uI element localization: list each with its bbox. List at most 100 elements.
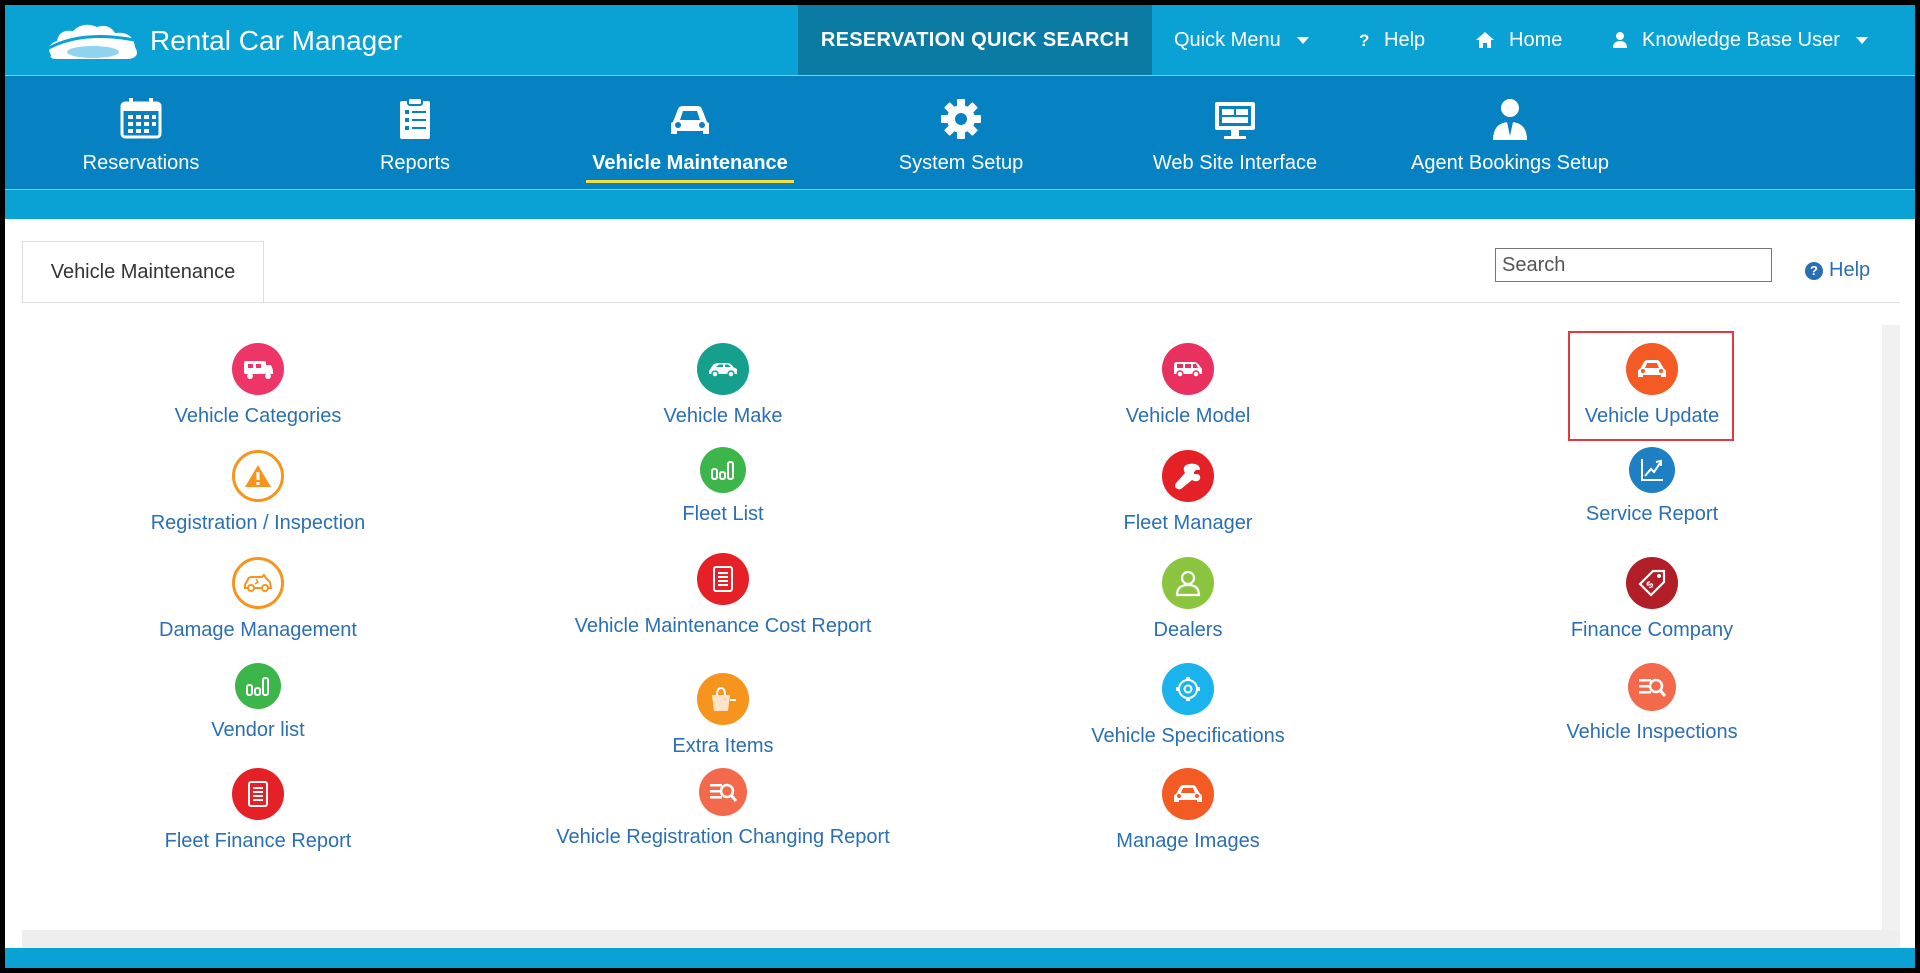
vehicle-maintenance-grid: Vehicle Categories Vehicle Make Vehicle … [22, 325, 1882, 930]
tile-vehicle-maintenance-cost-report[interactable]: Vehicle Maintenance Cost Report [513, 553, 933, 638]
vertical-scrollbar[interactable] [1882, 325, 1900, 930]
help-top-link[interactable]: ? Help [1358, 5, 1425, 75]
tile-vehicle-specifications[interactable]: Vehicle Specifications [978, 663, 1398, 748]
damaged-car-icon [232, 557, 284, 609]
nav-item-label: Reservations [82, 152, 200, 174]
wrench-icon [1162, 450, 1214, 502]
car-icon [671, 106, 709, 134]
gear-icon [1162, 663, 1214, 715]
chevron-down-icon [1855, 36, 1868, 44]
tile-label: Fleet List [682, 503, 764, 525]
question-icon: ? [1359, 31, 1369, 49]
tile-fleet-manager[interactable]: Fleet Manager [978, 450, 1398, 535]
trend-chart-icon [1629, 447, 1675, 493]
tile-damage-management[interactable]: Damage Management [48, 557, 468, 642]
tile-label: Vehicle Inspections [1566, 721, 1738, 743]
user-name: Knowledge Base User [1642, 28, 1840, 51]
tile-label: Service Report [1585, 503, 1719, 525]
tile-vehicle-inspections[interactable]: Vehicle Inspections [1442, 663, 1862, 744]
clipboard-icon [400, 97, 430, 139]
quick-menu-label: Quick Menu [1174, 28, 1281, 51]
tile-label: Vehicle Maintenance Cost Report [574, 615, 872, 637]
app-title[interactable]: Rental Car Manager [150, 25, 402, 57]
cloud-car-logo-icon[interactable] [43, 19, 143, 67]
nav-item-system-setup[interactable]: System Setup [871, 76, 1051, 188]
tile-vehicle-make[interactable]: Vehicle Make [513, 343, 933, 428]
help-link-label: Help [1829, 259, 1871, 281]
tile-label: Extra Items [672, 735, 774, 757]
top-bar: Rental Car Manager RESERVATION QUICK SEA… [5, 5, 1915, 75]
help-circle-icon: ? [1805, 261, 1823, 280]
tile-label: Manage Images [1116, 830, 1260, 852]
monitor-icon [1215, 102, 1255, 139]
warning-icon [232, 450, 284, 502]
tile-vendor-list[interactable]: Vendor list [48, 663, 468, 742]
home-icon [1476, 32, 1494, 48]
tile-label: Vehicle Categories [174, 405, 342, 427]
active-tab-underline [586, 180, 794, 183]
tile-label: Fleet Finance Report [164, 830, 352, 852]
help-link[interactable]: ? Help [1805, 259, 1870, 282]
nav-item-label: Vehicle Maintenance [592, 152, 788, 174]
nav-item-label: System Setup [898, 152, 1024, 174]
tile-label: Vendor list [211, 719, 305, 741]
tile-extra-items[interactable]: Extra Items [513, 673, 933, 758]
gear-icon [941, 99, 981, 139]
tile-registration-inspection[interactable]: Registration / Inspection [48, 450, 468, 535]
tile-vehicle-categories[interactable]: Vehicle Categories [48, 343, 468, 428]
tile-label: Fleet Manager [1123, 512, 1253, 534]
search-input[interactable] [1495, 248, 1772, 282]
svg-text:?: ? [1359, 31, 1369, 49]
nav-item-reservations[interactable]: Reservations [61, 76, 221, 188]
nav-item-label: Reports [379, 152, 451, 174]
car-side-icon [697, 343, 749, 395]
bar-chart-icon [700, 447, 746, 493]
chevron-down-icon [1296, 36, 1309, 44]
nav-item-vehicle-maintenance[interactable]: Vehicle Maintenance [585, 76, 795, 188]
calendar-icon [120, 98, 162, 139]
tile-dealers[interactable]: Dealers [978, 557, 1398, 642]
reservation-quick-search-button[interactable]: RESERVATION QUICK SEARCH [798, 5, 1152, 75]
tile-label: Vehicle Model [1125, 405, 1251, 427]
tile-label: Vehicle Registration Changing Report [556, 826, 890, 848]
tile-manage-images[interactable]: Manage Images [978, 768, 1398, 853]
camper-icon [232, 343, 284, 395]
search-list-icon [699, 768, 747, 816]
price-tag-icon: $ [1626, 557, 1678, 609]
help-top-label: Help [1384, 28, 1426, 51]
nav-item-agent-bookings-setup[interactable]: Agent Bookings Setup [1395, 76, 1625, 188]
user-menu-dropdown[interactable]: Knowledge Base User [1612, 5, 1868, 75]
home-link[interactable]: Home [1475, 5, 1562, 75]
tile-label: Registration / Inspection [150, 512, 366, 534]
sub-header-stripe [5, 189, 1915, 219]
tile-label: Dealers [1153, 619, 1223, 641]
tile-vehicle-model[interactable]: Vehicle Model [978, 343, 1398, 428]
home-label: Home [1509, 28, 1563, 51]
content-footer [22, 930, 1900, 950]
tile-finance-company[interactable]: $ Finance Company [1442, 557, 1862, 642]
nav-item-web-site-interface[interactable]: Web Site Interface [1135, 76, 1335, 188]
tile-label: Vehicle Make [663, 405, 783, 427]
report-icon [232, 768, 284, 820]
tab-divider [22, 302, 1900, 303]
car-front-icon [1626, 343, 1678, 395]
search-list-icon [1628, 663, 1676, 711]
tile-fleet-finance-report[interactable]: Fleet Finance Report [48, 768, 468, 853]
nav-item-reports[interactable]: Reports [335, 76, 495, 188]
footer-bar [5, 948, 1915, 968]
quick-menu-dropdown[interactable]: Quick Menu [1174, 5, 1309, 75]
tile-vehicle-registration-changing-report[interactable]: Vehicle Registration Changing Report [513, 768, 933, 849]
tile-fleet-list[interactable]: Fleet List [513, 447, 933, 526]
tile-label: Damage Management [159, 619, 357, 641]
tab-vehicle-maintenance[interactable]: Vehicle Maintenance [22, 241, 264, 303]
user-icon [1613, 32, 1627, 48]
main-navigation: Reservations Reports Vehicle Maintenance [5, 75, 1915, 189]
bag-icon [697, 673, 749, 725]
report-icon [697, 553, 749, 605]
agent-icon [1493, 99, 1527, 140]
bar-chart-icon [235, 663, 281, 709]
tile-vehicle-update[interactable]: Vehicle Update [1442, 343, 1862, 428]
nav-item-label: Agent Bookings Setup [1411, 152, 1609, 174]
tile-service-report[interactable]: Service Report [1442, 447, 1862, 526]
car-front-icon [1162, 768, 1214, 820]
